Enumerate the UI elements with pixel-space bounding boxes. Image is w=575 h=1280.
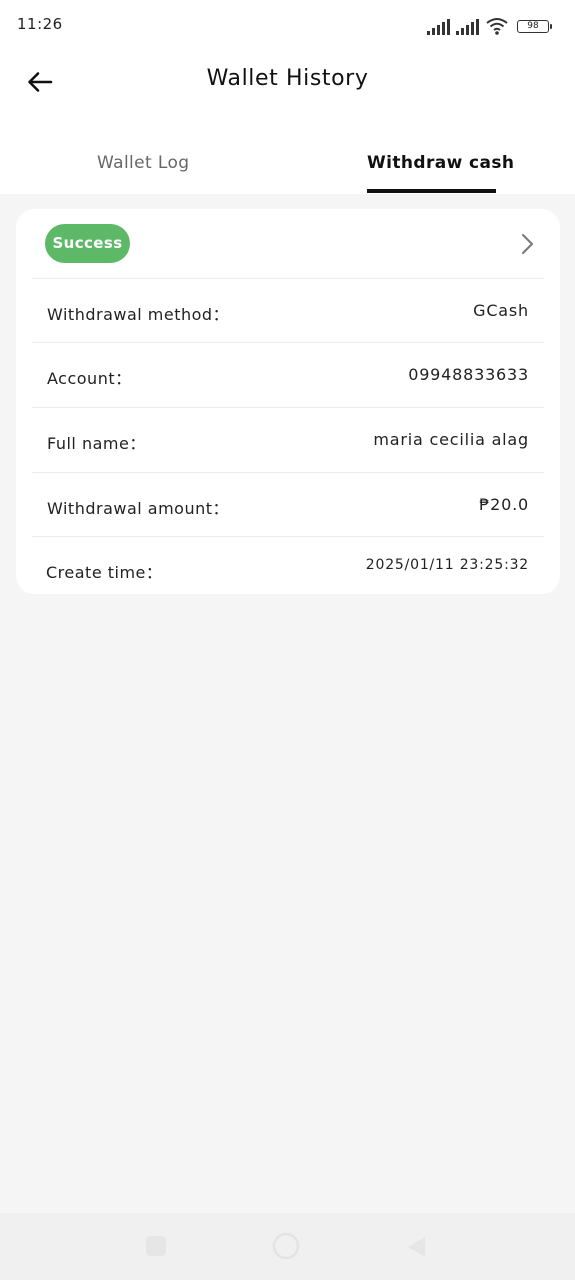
status-time: 11:26 <box>17 15 63 33</box>
status-bar: 11:26 98 <box>0 0 575 52</box>
detail-row-amount: Withdrawal amount： ₱20.0 <box>32 472 544 536</box>
active-tab-indicator <box>367 189 496 193</box>
detail-row-method: Withdrawal method： GCash <box>32 278 544 342</box>
status-icons: 98 <box>427 15 552 35</box>
detail-row-create-time: Create time： 2025/01/11 23:25:32 <box>32 536 544 594</box>
signal-icon <box>456 18 479 35</box>
withdrawal-record-card: Success Withdrawal method： GCash Account… <box>16 209 560 594</box>
row-label: Create time： <box>46 563 163 582</box>
header: Wallet History <box>0 52 575 112</box>
row-value: GCash <box>473 301 529 320</box>
row-label: Withdrawal method： <box>47 305 230 324</box>
row-value: ₱20.0 <box>479 495 529 514</box>
detail-row-full-name: Full name： maria cecilia alag <box>32 407 544 471</box>
status-badge: Success <box>45 224 130 263</box>
battery-level: 98 <box>527 21 539 31</box>
recent-apps-button[interactable] <box>145 1235 167 1261</box>
chevron-right-icon <box>522 234 533 254</box>
wifi-icon <box>486 18 508 35</box>
square-icon <box>146 1236 166 1256</box>
home-button[interactable] <box>272 1232 300 1264</box>
triangle-back-icon <box>408 1237 425 1257</box>
battery-icon: 98 <box>517 20 552 33</box>
row-value: 09948833633 <box>408 365 529 384</box>
detail-row-account: Account： 09948833633 <box>32 342 544 406</box>
back-nav-button[interactable] <box>405 1235 427 1263</box>
row-label: Account： <box>47 369 132 388</box>
tab-bar: Wallet Log Withdraw cash <box>0 140 575 194</box>
row-label: Full name： <box>47 434 146 453</box>
signal-icon <box>427 18 450 35</box>
row-label: Withdrawal amount： <box>47 499 230 518</box>
circle-icon <box>272 1232 300 1260</box>
page-title: Wallet History <box>206 66 369 91</box>
record-header[interactable]: Success <box>16 209 560 278</box>
row-value: 2025/01/11 23:25:32 <box>365 557 529 573</box>
tab-withdraw-cash[interactable]: Withdraw cash <box>367 153 514 207</box>
row-value: maria cecilia alag <box>373 430 529 449</box>
navigation-bar <box>0 1213 575 1280</box>
tab-wallet-log[interactable]: Wallet Log <box>97 153 189 207</box>
